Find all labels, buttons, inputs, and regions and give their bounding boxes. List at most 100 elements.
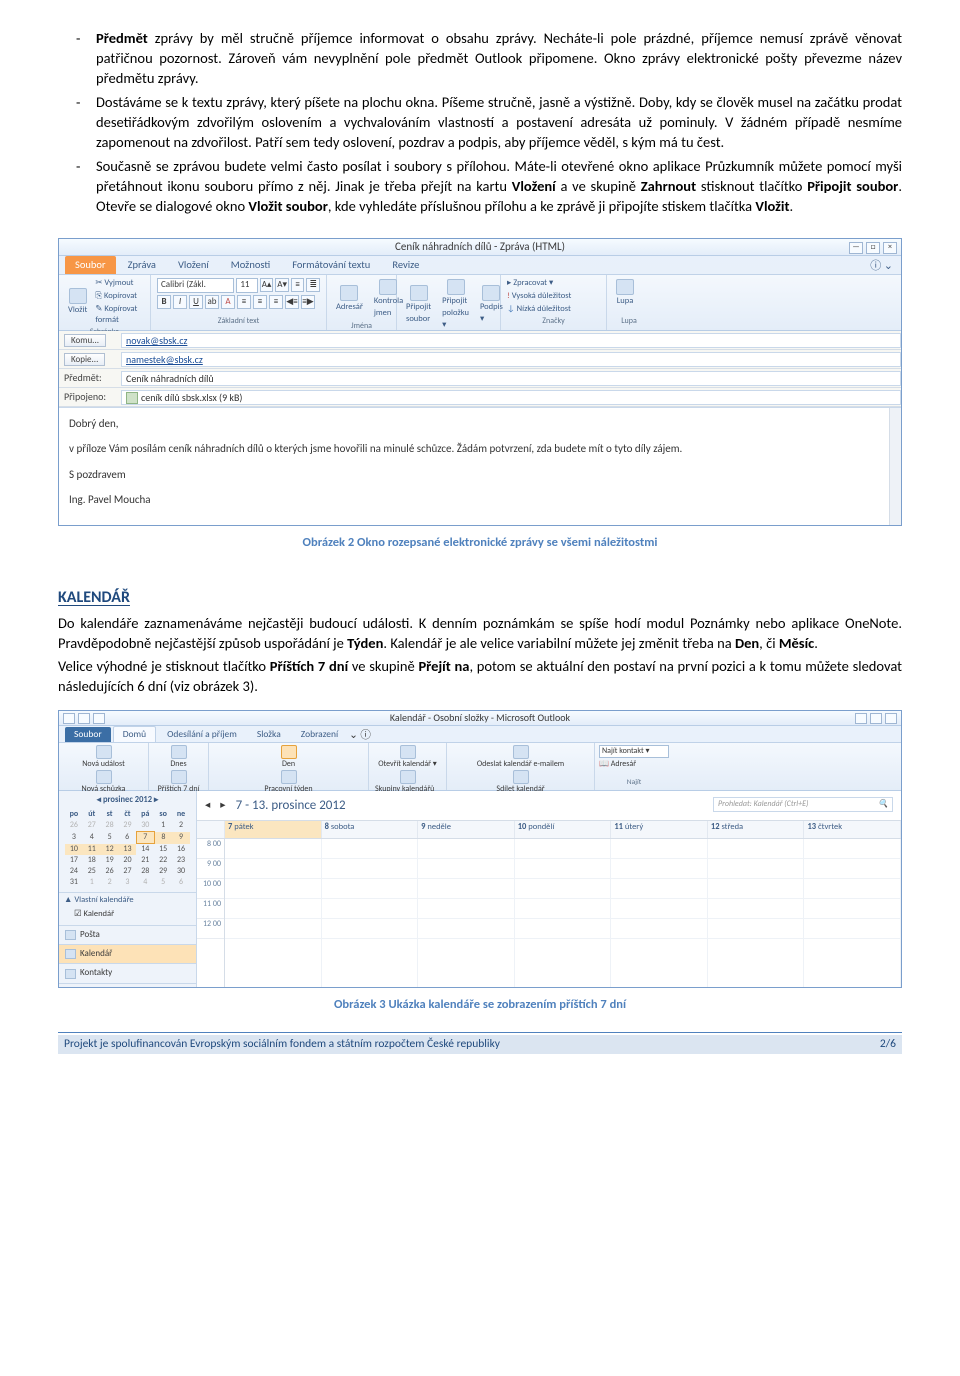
format-painter-button[interactable]: ✎ Kopírovat formát	[95, 304, 144, 327]
group-tags-label: Značky	[507, 316, 600, 327]
cal-ribbon-tabs: Soubor Domů Odesílání a příjem Složka Zo…	[59, 726, 901, 743]
nav-next-icon[interactable]: ▸	[220, 798, 225, 812]
window-title: Ceník náhradních dílů - Zpráva (HTML)	[395, 239, 565, 254]
day-header[interactable]: 8 sobota	[322, 821, 419, 838]
hour-ruler: 8 009 0010 0011 0012 00	[197, 839, 225, 988]
close-button[interactable]: ×	[883, 242, 897, 254]
minimize-button[interactable]: —	[849, 242, 863, 254]
copy-button[interactable]: ⎘ Kopírovat	[95, 291, 144, 303]
new-appointment-button[interactable]: Nová událost	[63, 745, 144, 770]
qat-save-icon[interactable]	[78, 713, 90, 724]
cal-tab-domu[interactable]: Domů	[113, 726, 156, 742]
footer-text: Projekt je spolufinancován Evropským soc…	[64, 1037, 500, 1053]
day-view-button[interactable]: Den	[213, 745, 364, 770]
search-calendar-input[interactable]: Prohledat: Kalendář (Ctrl+E)🔍	[713, 797, 893, 812]
mini-calendar[interactable]: ◂ prosinec 2012 ▸ poútstčtpásone 2627282…	[59, 791, 196, 892]
subject-label: Předmět:	[59, 371, 121, 385]
cc-button[interactable]: Kopie...	[64, 353, 105, 366]
align-left-button[interactable]: ≡	[237, 295, 251, 309]
cal-help-icon[interactable]: ⌄ ⓘ	[349, 728, 371, 742]
tab-revize[interactable]: Revize	[382, 256, 429, 274]
low-importance-button[interactable]: ↓ Nízká důležitost	[507, 304, 600, 316]
message-body[interactable]: Dobrý den, v příloze Vám posílám ceník n…	[59, 408, 901, 525]
nav-calendar[interactable]: Kalendář	[59, 944, 196, 963]
italic-button[interactable]: I	[173, 295, 187, 309]
shrink-font-button[interactable]: A▾	[275, 278, 289, 292]
tab-vlozeni[interactable]: Vložení	[168, 256, 219, 274]
cal-minimize-button[interactable]	[855, 713, 867, 724]
cc-field[interactable]: namestek@sbsk.cz	[121, 352, 901, 367]
tab-soubor[interactable]: Soubor	[65, 256, 116, 274]
time-grid[interactable]	[225, 839, 901, 988]
zoom-button[interactable]: Lupa	[613, 278, 637, 309]
body-line-2: v příloze Vám posílám ceník náhradních d…	[69, 441, 891, 456]
help-icon[interactable]: ⓘ ⌄	[870, 258, 893, 273]
font-size-select[interactable]: 11	[236, 278, 257, 292]
day-headers: 7 pátek 8 sobota 9 neděle 10 pondělí 11 …	[197, 821, 901, 839]
attachment-field[interactable]: ceník dílů sbsk.xlsx (9 kB)	[121, 390, 901, 405]
window-titlebar: Ceník náhradních dílů - Zpráva (HTML) — …	[59, 239, 901, 256]
high-importance-button[interactable]: ! Vysoká důležitost	[507, 291, 600, 303]
bullets-button[interactable]: ≡	[291, 278, 305, 292]
cal-tab-view[interactable]: Zobrazení	[292, 727, 347, 742]
day-header[interactable]: 11 úterý	[611, 821, 708, 838]
subject-field[interactable]: Ceník náhradních dílů	[121, 371, 901, 386]
qat-icon[interactable]	[63, 713, 75, 724]
indent-inc-button[interactable]: ≡▶	[301, 295, 315, 309]
cal-group-find-label: Najít	[599, 778, 669, 788]
addressbook-button[interactable]: Adresář	[333, 284, 366, 315]
email-calendar-button[interactable]: Odeslat kalendář e-mailem	[451, 745, 590, 770]
followup-button[interactable]: ▸ Zpracovat ▾	[507, 278, 600, 290]
day-header[interactable]: 10 pondělí	[515, 821, 612, 838]
cal-tab-soubor[interactable]: Soubor	[65, 727, 111, 742]
cal-close-button[interactable]	[885, 713, 897, 724]
figure-2-caption: Obrázek 2 Okno rozepsané elektronické zp…	[58, 534, 902, 551]
calendar-checkbox[interactable]: ☑ Kalendář	[64, 907, 191, 923]
find-contact-input[interactable]: Najít kontakt ▾	[599, 745, 669, 758]
figure-3-caption: Obrázek 3 Ukázka kalendáře se zobrazením…	[58, 996, 902, 1013]
maximize-button[interactable]: □	[866, 242, 880, 254]
open-calendar-button[interactable]: Otevřít kalendář ▾	[373, 745, 442, 770]
today-button[interactable]: Dnes	[153, 745, 204, 770]
addressbook-button-cal[interactable]: 📖 Adresář	[599, 759, 669, 770]
my-calendars-header[interactable]: ▲ Vlastní kalendáře	[64, 895, 191, 907]
cal-tab-folder[interactable]: Složka	[248, 727, 290, 742]
attach-file-button[interactable]: Připojit soubor	[403, 284, 434, 326]
underline-button[interactable]: U	[189, 295, 203, 309]
cut-button[interactable]: ✂ Vyjmout	[95, 278, 144, 290]
numbering-button[interactable]: ≣	[306, 278, 320, 292]
nav-tasks[interactable]: Úkoly	[59, 983, 196, 989]
cal-tab-sendreceive[interactable]: Odesílání a příjem	[158, 727, 246, 742]
indent-dec-button[interactable]: ◀≡	[285, 295, 299, 309]
cal-navigation-pane: ◂ prosinec 2012 ▸ poútstčtpásone 2627282…	[59, 791, 197, 988]
contacts-icon	[65, 969, 76, 979]
cal-window-title: Kalendář - Osobní složky - Microsoft Out…	[390, 711, 570, 725]
tab-zprava[interactable]: Zpráva	[118, 256, 166, 274]
to-field[interactable]: novak@sbsk.cz	[121, 333, 901, 348]
to-button[interactable]: Komu...	[64, 334, 106, 347]
align-right-button[interactable]: ≡	[269, 295, 283, 309]
attach-item-button[interactable]: Připojit položku ▾	[439, 278, 472, 332]
nav-contacts[interactable]: Kontakty	[59, 963, 196, 982]
bullet-3: Současně se zprávou budete velmi často p…	[76, 156, 902, 216]
highlight-button[interactable]: ab	[205, 295, 219, 309]
tab-format[interactable]: Formátování textu	[282, 256, 380, 274]
body-line-4: Ing. Pavel Moucha	[69, 492, 891, 507]
font-color-button[interactable]: A	[221, 295, 235, 309]
day-header[interactable]: 9 neděle	[418, 821, 515, 838]
nav-mail[interactable]: Pošta	[59, 925, 196, 944]
align-center-button[interactable]: ≡	[253, 295, 267, 309]
day-header[interactable]: 13 čtvrtek	[804, 821, 901, 838]
tab-moznosti[interactable]: Možnosti	[221, 256, 280, 274]
bold-button[interactable]: B	[157, 295, 171, 309]
body-scrollbar[interactable]	[889, 408, 901, 525]
font-name-select[interactable]: Calibri (Zákl.	[157, 278, 234, 292]
day-header[interactable]: 7 pátek	[225, 821, 322, 838]
qat-undo-icon[interactable]	[93, 713, 105, 724]
paste-button[interactable]: Vložit	[65, 287, 90, 318]
group-names-label: Jména	[333, 321, 390, 332]
grow-font-button[interactable]: A▴	[260, 278, 274, 292]
day-header[interactable]: 12 středa	[708, 821, 805, 838]
nav-prev-icon[interactable]: ◂	[205, 798, 210, 812]
cal-maximize-button[interactable]	[870, 713, 882, 724]
